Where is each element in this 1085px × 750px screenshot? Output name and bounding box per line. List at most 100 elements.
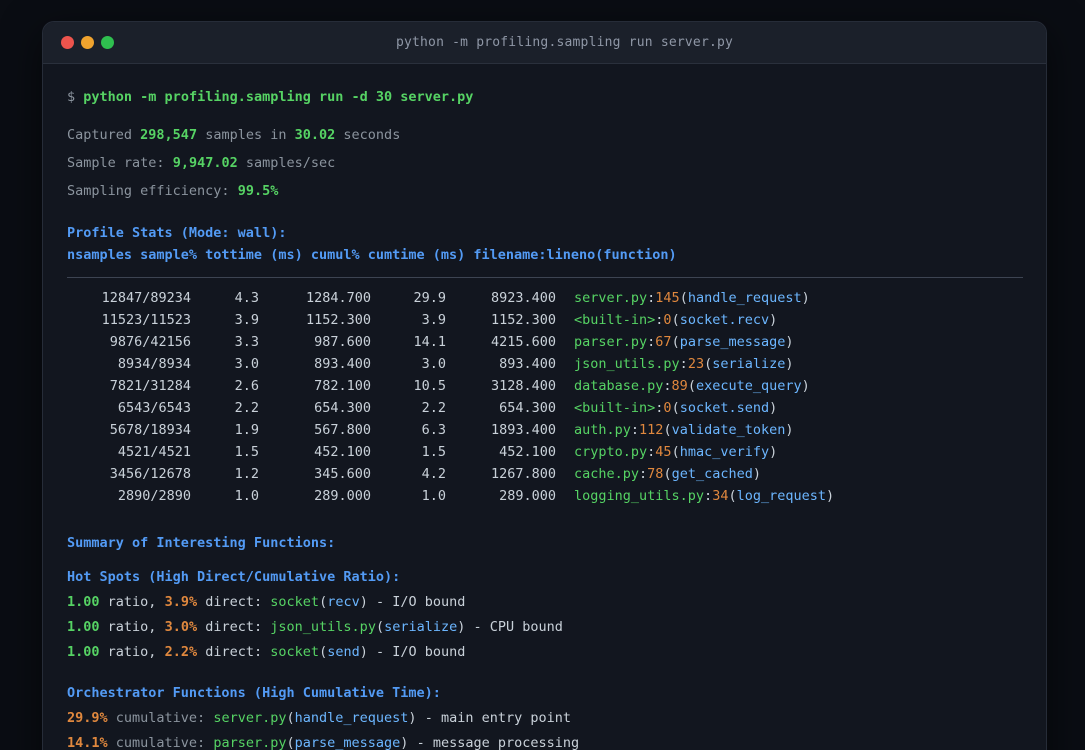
cumul-pct-cell: 3.9 (421, 312, 446, 328)
cumtime-cell: 452.100 (499, 444, 556, 460)
hot-spot-item: 1.00 ratio, 2.2% direct: socket(send) - … (67, 641, 1020, 663)
table-row: 11523/11523 3.9 1152.300 3.9 1152.300 <built-… (67, 309, 1020, 331)
cumul-pct-cell: 29.9 (413, 290, 446, 306)
cumtime-cell: 654.300 (499, 400, 556, 416)
function-name: socket.send (679, 400, 770, 416)
cumul-pct-cell: 2.2 (421, 400, 446, 416)
sample-pct-cell: 2.2 (234, 400, 259, 416)
cumtime-cell: 4215.600 (490, 334, 556, 350)
open-paren: ( (319, 644, 328, 660)
close-button[interactable] (61, 36, 74, 49)
filename: json_utils.py (574, 356, 680, 372)
location-cell: database.py:89(execute_query) (574, 375, 810, 397)
table-row: 2890/2890 1.0 289.000 1.0 289.000 logging_uti… (67, 485, 1020, 507)
tottime-cell: 654.300 (314, 400, 371, 416)
call-site: socket(recv) (270, 594, 368, 610)
sample-pct-cell: 3.3 (234, 334, 259, 350)
call-site: socket(send) (270, 644, 368, 660)
colon: : (630, 422, 640, 438)
function-name: log_request (736, 488, 826, 504)
close-paren: ) (801, 378, 810, 394)
role-note: - main entry point (424, 710, 572, 726)
module-name: server.py (213, 710, 287, 726)
function-name: parse_message (679, 334, 786, 350)
cumul-pct-cell: 3.0 (421, 356, 446, 372)
tottime-cell: 567.800 (314, 422, 371, 438)
close-paren: ) (400, 735, 409, 750)
table-row: 4521/4521 1.5 452.100 1.5 452.100 crypto.py:4… (67, 441, 1020, 463)
captured-label: Captured (67, 127, 133, 143)
open-paren: ( (319, 594, 328, 610)
direct-pct: 2.2% (164, 644, 198, 660)
sample-pct-cell: 1.9 (234, 422, 259, 438)
sample-pct-cell: 1.2 (234, 466, 259, 482)
ratio-value: 1.00 (67, 619, 100, 635)
close-paren: ) (769, 400, 778, 416)
location-cell: crypto.py:45(hmac_verify) (574, 441, 777, 463)
terminal-window: python -m profiling.sampling run server.… (42, 21, 1047, 750)
colon: : (663, 378, 672, 394)
hot-spot-item: 1.00 ratio, 3.0% direct: json_utils.py(s… (67, 616, 1020, 638)
function-name: handle_request (687, 290, 802, 306)
colon: : (639, 466, 648, 482)
nsamples-cell: 2890/2890 (117, 488, 191, 504)
nsamples-cell: 12847/89234 (101, 290, 191, 306)
close-paren: ) (359, 594, 368, 610)
function-name: hmac_verify (679, 444, 770, 460)
orchestrator-item: 14.1% cumulative: parser.py(parse_messag… (67, 732, 1020, 750)
filename: <built-in> (574, 312, 656, 328)
location-cell: auth.py:112(validate_token) (574, 419, 794, 441)
line-number: 145 (655, 290, 680, 306)
cumulative-pct: 14.1% (67, 735, 108, 750)
filename: <built-in> (574, 400, 656, 416)
line-number: 78 (647, 466, 664, 482)
direct-pct: 3.9% (164, 594, 198, 610)
close-paren: ) (801, 290, 810, 306)
module-name: parser.py (213, 735, 287, 750)
sample-rate-value: 9,947.02 (172, 155, 238, 171)
cumul-pct-cell: 1.5 (421, 444, 446, 460)
cumtime-cell: 1267.800 (490, 466, 556, 482)
direct-pct: 3.0% (164, 619, 198, 635)
prompt-symbol: $ (67, 89, 76, 105)
sample-pct-cell: 1.0 (234, 488, 259, 504)
zoom-button[interactable] (101, 36, 114, 49)
samples-count: 298,547 (140, 127, 198, 143)
close-paren: ) (752, 466, 761, 482)
minimize-button[interactable] (81, 36, 94, 49)
ratio-value: 1.00 (67, 594, 100, 610)
filename: server.py (574, 290, 648, 306)
filename: parser.py (574, 334, 648, 350)
close-paren: ) (457, 619, 466, 635)
tottime-cell: 782.100 (314, 378, 371, 394)
ratio-label: ratio, (107, 619, 157, 635)
profile-stats-heading: Profile Stats (Mode: wall): (67, 225, 287, 241)
tottime-cell: 987.600 (314, 334, 371, 350)
samples-in-label: samples in (205, 127, 287, 143)
location-cell: cache.py:78(get_cached) (574, 463, 761, 485)
cumul-pct-cell: 4.2 (421, 466, 446, 482)
open-paren: ( (704, 356, 713, 372)
function-name: get_cached (671, 466, 753, 482)
location-cell: server.py:145(handle_request) (574, 287, 810, 309)
cumul-pct-cell: 6.3 (421, 422, 446, 438)
nsamples-cell: 9876/42156 (109, 334, 191, 350)
function-name: validate_token (671, 422, 786, 438)
open-paren: ( (286, 735, 295, 750)
open-paren: ( (687, 378, 696, 394)
nsamples-cell: 5678/18934 (109, 422, 191, 438)
open-paren: ( (671, 312, 680, 328)
table-separator (67, 277, 1023, 278)
function-name: socket.recv (679, 312, 770, 328)
captured-line: Captured 298,547 samples in 30.02 second… (67, 124, 1020, 146)
hot-spots-list: 1.00 ratio, 3.9% direct: socket(recv) - … (67, 591, 1020, 663)
filename: crypto.py (574, 444, 648, 460)
open-paren: ( (679, 290, 688, 306)
open-paren: ( (663, 422, 672, 438)
location-cell: <built-in>:0(socket.send) (574, 397, 777, 419)
nsamples-cell: 4521/4521 (117, 444, 191, 460)
role-note: - message processing (416, 735, 580, 750)
terminal-body[interactable]: $ python -m profiling.sampling run -d 30… (43, 64, 1046, 750)
cumtime-cell: 1893.400 (490, 422, 556, 438)
filename: auth.py (574, 422, 631, 438)
